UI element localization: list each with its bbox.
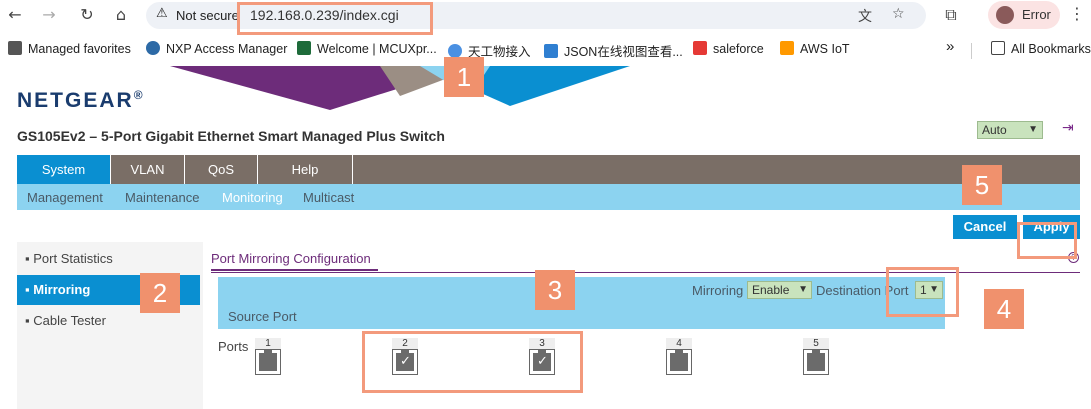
tab-system[interactable]: System xyxy=(17,155,111,184)
subtab-management[interactable]: Management xyxy=(27,190,103,205)
profile-button[interactable]: Error xyxy=(988,1,1060,29)
annotation-box-ports xyxy=(362,331,583,393)
annotation-badge-1: 1 xyxy=(444,57,484,97)
microsoft-icon xyxy=(693,41,707,55)
annotation-box-apply xyxy=(1017,222,1077,259)
forward-icon[interactable]: → xyxy=(38,4,60,26)
banner-svg xyxy=(170,66,630,110)
section-title: Port Mirroring Configuration xyxy=(211,251,371,266)
extensions-icon[interactable]: ⧉ xyxy=(940,4,962,26)
tiangong-icon xyxy=(448,44,462,58)
tab-vlan[interactable]: VLAN xyxy=(111,155,185,184)
menu-icon[interactable]: ⋮ xyxy=(1069,4,1085,23)
sidebar: ▪ Port Statistics ▪ Mirroring ▪ Cable Te… xyxy=(17,242,203,409)
logout-icon[interactable]: ⇥ xyxy=(1062,120,1080,138)
mirroring-row: Mirroring Enable ▼ Destination Port 1 ▼ xyxy=(218,277,945,303)
back-icon[interactable]: ← xyxy=(4,4,26,26)
all-bookmarks[interactable]: All Bookmarks xyxy=(991,41,1091,56)
bookmark-item[interactable]: JSON在线视图查看... xyxy=(544,41,683,60)
folder-icon xyxy=(991,41,1005,55)
sidebar-item-port-statistics[interactable]: ▪ Port Statistics xyxy=(17,244,200,274)
subtab-multicast[interactable]: Multicast xyxy=(303,190,354,205)
ports-label: Ports xyxy=(218,339,249,354)
bookmark-item[interactable]: Welcome | MCUXpr... xyxy=(297,41,437,56)
reload-icon[interactable]: ↻ xyxy=(76,4,98,26)
browser-toolbar: ← → ↻ ⌂ ⚠ Not secure 192.168.0.239/index… xyxy=(0,0,1091,31)
annotation-badge-4: 4 xyxy=(984,289,1024,329)
more-bookmarks-icon[interactable]: » xyxy=(946,38,954,55)
mirroring-select[interactable]: Enable ▼ xyxy=(747,281,812,299)
annotation-badge-5: 5 xyxy=(962,165,1002,205)
source-port-row: Source Port xyxy=(218,303,945,329)
ethernet-port-icon xyxy=(666,349,692,375)
bookmark-item[interactable]: AWS IoT xyxy=(780,41,850,56)
profile-label: Error xyxy=(1022,7,1051,22)
translate-icon[interactable]: 文 xyxy=(858,6,872,26)
port-number: 5 xyxy=(803,338,829,349)
annotation-badge-2: 2 xyxy=(140,273,180,313)
main-menu: System VLAN QoS Help xyxy=(17,155,1080,184)
aws-icon xyxy=(780,41,794,55)
not-secure-label: Not secure xyxy=(176,8,239,23)
bookmark-item[interactable]: Managed favorites xyxy=(8,41,131,56)
avatar xyxy=(996,6,1014,24)
port-number: 1 xyxy=(255,338,281,349)
divider xyxy=(211,269,378,271)
netgear-logo: NETGEAR® xyxy=(17,88,145,112)
excel-icon xyxy=(297,41,311,55)
folder-icon xyxy=(8,41,22,55)
port-checkbox-5[interactable]: 5 xyxy=(803,338,829,375)
annotation-box-url xyxy=(237,2,433,35)
annotation-badge-3: 3 xyxy=(535,270,575,310)
chevron-down-icon: ▼ xyxy=(798,284,808,295)
chevron-down-icon: ▼ xyxy=(1028,124,1038,135)
bookmarks-bar: Managed favorites NXP Access Manager Wel… xyxy=(0,35,1091,65)
port-number: 4 xyxy=(666,338,692,349)
divider xyxy=(971,43,972,59)
bookmark-item[interactable]: saleforce xyxy=(693,41,764,56)
home-icon[interactable]: ⌂ xyxy=(110,4,132,26)
subtab-monitoring[interactable]: Monitoring xyxy=(222,190,283,205)
banner-graphic xyxy=(0,66,1091,110)
warning-icon: ⚠ xyxy=(156,6,168,21)
annotation-box-destination xyxy=(886,267,959,317)
source-port-label: Source Port xyxy=(228,309,297,324)
page-title: GS105Ev2 – 5-Port Gigabit Ethernet Smart… xyxy=(17,128,445,144)
language-select[interactable]: Auto ▼ xyxy=(977,121,1043,139)
cancel-button[interactable]: Cancel xyxy=(953,215,1017,239)
tab-help[interactable]: Help xyxy=(258,155,353,184)
ethernet-port-icon xyxy=(255,349,281,375)
subtab-maintenance[interactable]: Maintenance xyxy=(125,190,199,205)
sub-menu: Management Maintenance Monitoring Multic… xyxy=(17,184,1080,210)
nxp-icon xyxy=(146,41,160,55)
ethernet-port-icon xyxy=(803,349,829,375)
mirroring-label: Mirroring xyxy=(692,283,744,298)
port-checkbox-4[interactable]: 4 xyxy=(666,338,692,375)
tab-qos[interactable]: QoS xyxy=(185,155,258,184)
star-icon[interactable]: ☆ xyxy=(892,6,905,22)
bookmark-item[interactable]: NXP Access Manager xyxy=(146,41,287,56)
json-icon xyxy=(544,44,558,58)
port-checkbox-1[interactable]: 1 xyxy=(255,338,281,375)
